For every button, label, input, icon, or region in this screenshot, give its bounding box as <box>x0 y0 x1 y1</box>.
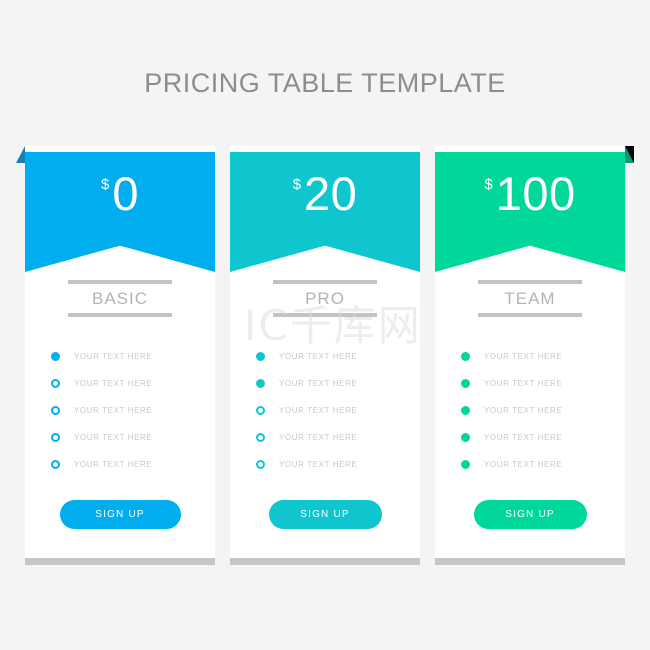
bullet-icon <box>461 433 470 442</box>
ribbon-banner: $20 <box>230 152 420 272</box>
bullet-icon <box>256 352 265 361</box>
feature-list: YOUR TEXT HERE YOUR TEXT HERE YOUR TEXT HE… <box>435 343 625 478</box>
signup-button[interactable]: SIGN UP <box>59 500 181 529</box>
feature-label: YOUR TEXT HERE <box>484 460 563 469</box>
price: $20 <box>293 170 358 217</box>
bullet-icon <box>256 460 265 469</box>
page-title: PRICING TABLE TEMPLATE <box>144 68 506 98</box>
feature-label: YOUR TEXT HERE <box>74 460 153 469</box>
bullet-icon <box>51 406 60 415</box>
bullet-icon <box>256 406 265 415</box>
plan-title-block: BASIC <box>68 280 172 317</box>
divider-bottom <box>68 313 172 317</box>
card-base-shadow <box>25 558 215 565</box>
bullet-icon <box>256 379 265 388</box>
divider-bottom <box>478 313 582 317</box>
card-base-shadow <box>435 558 625 565</box>
bullet-icon <box>51 433 60 442</box>
ribbon-banner: $100 <box>435 152 625 272</box>
price: $0 <box>101 170 139 217</box>
ribbon-fold-left-icon <box>16 146 25 163</box>
price-amount: 20 <box>304 167 358 220</box>
pricing-cards-container: $0 BASIC YOUR TEXT HERE YOUR TEXT HERE YOUR … <box>16 146 634 565</box>
card-body: $20 PRO YOUR TEXT HERE YOUR TEXT HERE YOUR T… <box>230 146 420 558</box>
signup-button[interactable]: SIGN UP <box>268 500 382 529</box>
list-item: YOUR TEXT HERE <box>461 343 625 370</box>
feature-label: YOUR TEXT HERE <box>484 379 563 388</box>
ribbon-fold-right-icon <box>625 146 634 163</box>
currency-symbol: $ <box>101 176 110 193</box>
price-ribbon: $100 <box>435 146 634 272</box>
bullet-icon <box>256 433 265 442</box>
list-item: YOUR TEXT HERE <box>461 370 625 397</box>
feature-label: YOUR TEXT HERE <box>74 406 153 415</box>
list-item: YOUR TEXT HERE <box>256 424 420 451</box>
feature-list: YOUR TEXT HERE YOUR TEXT HERE YOUR TEXT HE… <box>25 343 215 478</box>
bullet-icon <box>461 352 470 361</box>
divider-bottom <box>273 313 377 317</box>
bullet-icon <box>51 460 60 469</box>
bullet-icon <box>461 460 470 469</box>
list-item: YOUR TEXT HERE <box>51 370 215 397</box>
feature-label: YOUR TEXT HERE <box>279 460 358 469</box>
bullet-icon <box>51 379 60 388</box>
bullet-icon <box>51 352 60 361</box>
bullet-icon <box>461 379 470 388</box>
list-item: YOUR TEXT HERE <box>461 397 625 424</box>
plan-title-block: TEAM <box>478 280 582 317</box>
feature-label: YOUR TEXT HERE <box>279 433 358 442</box>
feature-label: YOUR TEXT HERE <box>279 379 358 388</box>
price-amount: 100 <box>495 167 576 220</box>
plan-name: BASIC <box>91 289 149 308</box>
signup-button[interactable]: SIGN UP <box>473 500 587 529</box>
feature-label: YOUR TEXT HERE <box>484 352 563 361</box>
list-item: YOUR TEXT HERE <box>51 424 215 451</box>
bullet-icon <box>461 406 470 415</box>
signup-button-row: SIGN UP <box>435 478 625 558</box>
plan-name: TEAM <box>504 289 556 308</box>
pricing-card: $100 TEAM YOUR TEXT HERE YOUR TEXT HERE YOUR… <box>435 146 634 565</box>
feature-label: YOUR TEXT HERE <box>484 406 563 415</box>
feature-label: YOUR TEXT HERE <box>279 352 358 361</box>
plan-title-block: PRO <box>273 280 377 317</box>
plan-name: PRO <box>305 289 345 308</box>
signup-button-row: SIGN UP <box>25 478 215 558</box>
signup-button-row: SIGN UP <box>230 478 420 558</box>
list-item: YOUR TEXT HERE <box>51 397 215 424</box>
list-item: YOUR TEXT HERE <box>51 451 215 478</box>
pricing-card: $20 PRO YOUR TEXT HERE YOUR TEXT HERE YOUR T… <box>230 146 420 565</box>
currency-symbol: $ <box>292 176 302 193</box>
price: $100 <box>484 170 575 217</box>
card-body: $0 BASIC YOUR TEXT HERE YOUR TEXT HERE YOUR … <box>16 146 215 558</box>
price-ribbon: $0 <box>16 146 215 272</box>
list-item: YOUR TEXT HERE <box>461 424 625 451</box>
feature-label: YOUR TEXT HERE <box>74 433 153 442</box>
list-item: YOUR TEXT HERE <box>256 451 420 478</box>
feature-label: YOUR TEXT HERE <box>74 379 153 388</box>
card-body: $100 TEAM YOUR TEXT HERE YOUR TEXT HERE YOUR… <box>435 146 634 558</box>
list-item: YOUR TEXT HERE <box>461 451 625 478</box>
currency-symbol: $ <box>484 176 493 193</box>
feature-label: YOUR TEXT HERE <box>74 352 153 361</box>
price-amount: 0 <box>112 167 139 220</box>
ribbon-banner: $0 <box>25 152 215 272</box>
pricing-card: $0 BASIC YOUR TEXT HERE YOUR TEXT HERE YOUR … <box>16 146 215 565</box>
list-item: YOUR TEXT HERE <box>51 343 215 370</box>
feature-list: YOUR TEXT HERE YOUR TEXT HERE YOUR TEXT HE… <box>230 343 420 478</box>
price-ribbon: $20 <box>230 146 420 272</box>
list-item: YOUR TEXT HERE <box>256 370 420 397</box>
feature-label: YOUR TEXT HERE <box>484 433 563 442</box>
list-item: YOUR TEXT HERE <box>256 397 420 424</box>
card-base-shadow <box>230 558 420 565</box>
feature-label: YOUR TEXT HERE <box>279 406 358 415</box>
list-item: YOUR TEXT HERE <box>256 343 420 370</box>
